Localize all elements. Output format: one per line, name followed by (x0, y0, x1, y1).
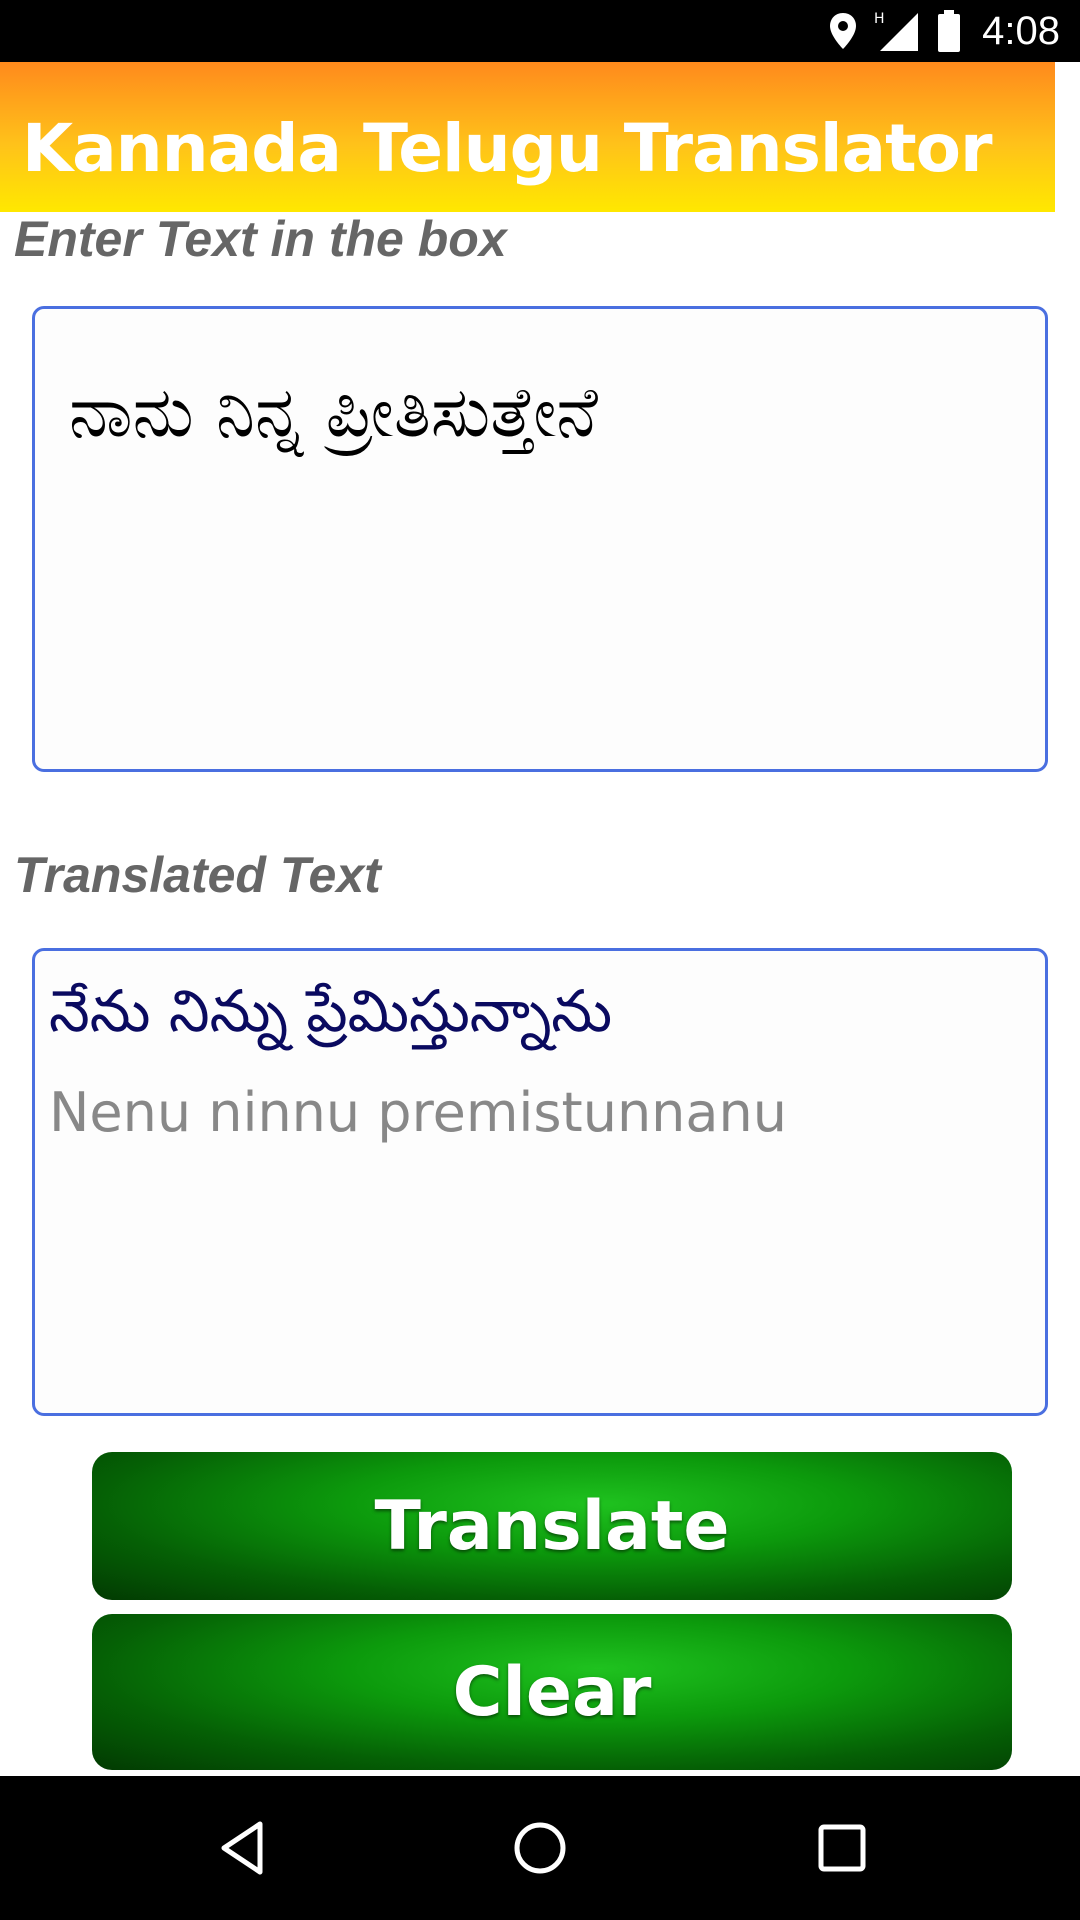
translate-button-label: Translate (374, 1486, 730, 1566)
input-text-box[interactable]: ನಾನು ನಿನ್ನ ಪ್ರೀತಿಸುತ್ತೇನೆ (32, 306, 1048, 772)
output-label: Translated Text (14, 847, 381, 903)
clear-button[interactable]: Clear (92, 1614, 1012, 1770)
clear-button-label: Clear (452, 1652, 652, 1732)
app-title-bar: Kannada Telugu Translator (0, 62, 1055, 212)
network-type-label: H (874, 11, 885, 27)
status-bar: H 4:08 (0, 0, 1080, 62)
app-screen: H 4:08 Kannada Telugu Translator Enter T… (0, 0, 1080, 1920)
status-time: 4:08 (982, 8, 1060, 53)
home-icon[interactable] (504, 1812, 576, 1884)
recent-apps-icon[interactable] (806, 1812, 878, 1884)
output-text-box[interactable]: నేను నిన్ను ప్రేమిస్తున్నాను Nenu ninnu … (32, 948, 1048, 1416)
navigation-bar (0, 1776, 1080, 1920)
location-icon (828, 11, 858, 51)
translate-button[interactable]: Translate (92, 1452, 1012, 1600)
app-title: Kannada Telugu Translator (22, 110, 993, 187)
translated-telugu-text: నేను నిన్ను ప్రేమిస్తున్నాను (49, 977, 613, 1045)
input-text-value: ನಾನು ನಿನ್ನ ಪ್ರೀತಿಸುತ್ತೇನೆ (69, 371, 598, 453)
transliteration-text: Nenu ninnu premistunnanu (49, 1081, 787, 1144)
input-label: Enter Text in the box (14, 211, 507, 267)
status-icons: H 4:08 (828, 0, 1060, 62)
signal-icon: H (874, 9, 920, 53)
back-icon[interactable] (206, 1812, 278, 1884)
battery-icon (936, 9, 962, 53)
